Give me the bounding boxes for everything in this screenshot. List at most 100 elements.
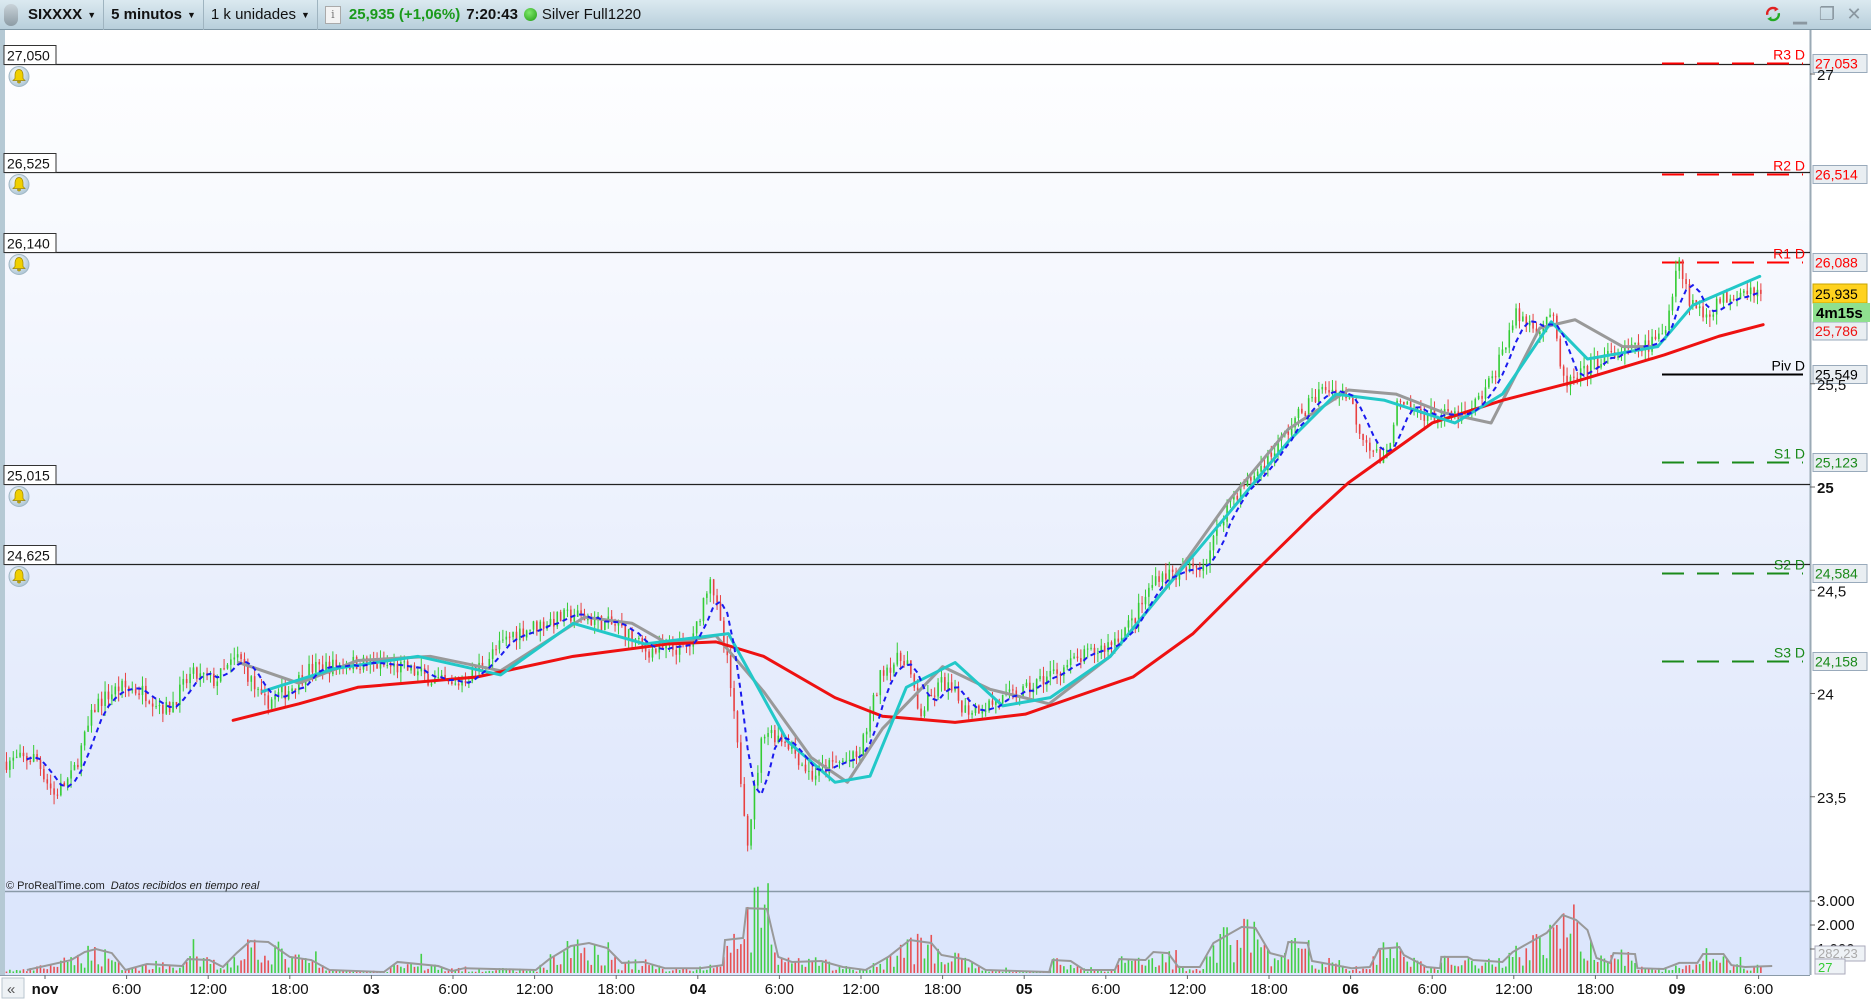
candle-body: [155, 706, 157, 708]
candle-body: [559, 611, 562, 622]
volume-bar: [1100, 971, 1103, 973]
volume-bar: [56, 966, 59, 973]
candle-body: [736, 711, 739, 743]
volume-bar: [743, 939, 746, 973]
volume-bar: [641, 966, 644, 973]
volume-bar: [1549, 924, 1551, 973]
close-icon[interactable]: ✕: [1845, 3, 1863, 25]
scroll-left-icon: «: [7, 981, 15, 998]
refresh-icon[interactable]: [1764, 3, 1782, 25]
volume-bar: [1688, 965, 1691, 973]
candle-body: [107, 691, 110, 700]
candle-body: [400, 662, 402, 673]
candle-body: [1134, 618, 1137, 624]
restore-icon[interactable]: ❐: [1818, 3, 1836, 25]
volume-bar: [947, 962, 950, 973]
candle-body: [236, 654, 239, 658]
volume-bar: [1477, 968, 1480, 973]
volume-bar: [1263, 944, 1266, 973]
info-icon[interactable]: i: [324, 5, 341, 24]
volume-bar: [1579, 951, 1582, 973]
candle-body: [80, 745, 83, 768]
candle-body: [1685, 279, 1687, 285]
bell-icon[interactable]: [8, 174, 30, 195]
volume-bar: [1712, 958, 1715, 973]
instrument-selector[interactable]: SIXXXX ▼: [21, 0, 105, 30]
candle-body: [967, 705, 970, 715]
volume-bar: [1151, 958, 1154, 973]
price-pane[interactable]: [5, 30, 1810, 891]
pivot-name: Piv D: [1772, 358, 1805, 374]
volume-bar: [525, 970, 528, 973]
volume-bar: [1624, 965, 1626, 973]
candle-body: [189, 673, 191, 684]
volume-bar: [1001, 971, 1004, 973]
volume-bar: [624, 963, 627, 973]
volume-bar: [1386, 958, 1388, 973]
candle-body: [1148, 587, 1150, 597]
candle-body: [43, 769, 45, 780]
volume-bar: [665, 971, 667, 973]
timeframe-selector[interactable]: 5 minutos ▼: [104, 0, 204, 30]
bell-icon[interactable]: [8, 486, 30, 507]
volume-bar: [1630, 960, 1633, 973]
quote-info: i 25,935 (+1,06%) 7:20:43 Silver Full122…: [318, 0, 648, 30]
volume-bar: [794, 961, 797, 973]
volume-bar: [1447, 956, 1449, 973]
volume-bar: [729, 952, 732, 973]
units-selector[interactable]: 1 k unidades ▼: [204, 0, 318, 30]
volume-bar: [1454, 965, 1456, 973]
volume-bar: [797, 958, 800, 973]
candle-body: [1426, 415, 1429, 421]
volume-bar: [944, 964, 946, 973]
candle-body: [179, 684, 181, 705]
pivot-value: 26,088: [1815, 255, 1858, 271]
candle-body: [882, 670, 885, 676]
volume-bar: [933, 963, 936, 973]
volume-bar: [1267, 949, 1269, 973]
candle-body: [420, 668, 423, 672]
volume-bar: [767, 883, 769, 973]
candle-body: [508, 636, 511, 638]
candle-body: [1202, 565, 1205, 571]
candle-body: [495, 649, 497, 651]
candle-body: [1369, 442, 1371, 451]
volume-bar: [801, 964, 803, 973]
candle-body: [1746, 290, 1749, 295]
volume-bar: [1647, 969, 1650, 973]
chart-canvas[interactable]: « 27,05026,52526,14025,01524,625 R3 D27,…: [0, 0, 1871, 1000]
time-axis-label: 18:00: [271, 981, 309, 998]
candle-body: [233, 657, 236, 660]
volume-bar: [1216, 962, 1218, 973]
candle-body: [117, 686, 120, 692]
volume-bar: [750, 952, 752, 973]
link-icon[interactable]: [4, 3, 18, 26]
volume-bar: [573, 945, 576, 973]
volume-bar: [1471, 960, 1473, 973]
volume-bar: [821, 962, 824, 973]
volume-bar: [15, 969, 18, 973]
volume-bar: [22, 969, 25, 973]
bell-icon[interactable]: [8, 566, 30, 587]
candle-body: [1256, 471, 1259, 476]
bell-icon[interactable]: [8, 254, 30, 275]
candle-body: [978, 705, 980, 714]
candle-body: [872, 694, 875, 713]
volume-bar: [97, 964, 100, 973]
candle-body: [1494, 376, 1497, 378]
chevron-down-icon: ▼: [87, 9, 97, 20]
volume-bar: [308, 962, 310, 973]
candle-body: [750, 819, 752, 846]
volume-bar: [546, 969, 548, 973]
candle-body: [1522, 316, 1524, 322]
volume-bar: [617, 969, 620, 973]
candle-body: [1318, 389, 1320, 403]
minimize-icon[interactable]: ▁: [1791, 3, 1809, 25]
candle-body: [1168, 569, 1171, 580]
volume-bar: [1545, 958, 1548, 973]
candle-body: [1161, 573, 1164, 582]
candle-body: [87, 725, 89, 732]
volume-bar: [580, 953, 582, 973]
candle-body: [12, 757, 15, 761]
bell-icon[interactable]: [8, 66, 30, 87]
